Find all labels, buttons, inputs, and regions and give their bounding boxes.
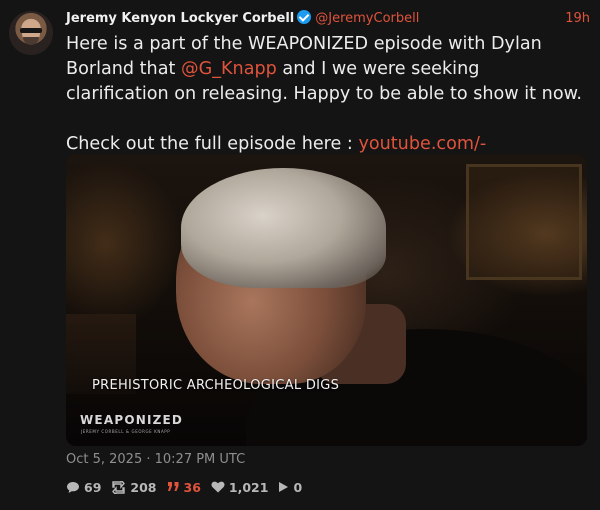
view-count: 0 (293, 479, 303, 495)
tweet-stats: 69 208 36 1,021 0 (66, 478, 302, 496)
retweet-count: 208 (130, 479, 157, 495)
play-icon (278, 481, 289, 493)
avatar[interactable] (9, 11, 53, 55)
like-button[interactable]: 1,021 (211, 479, 269, 495)
tweet-header: Jeremy Kenyon Lockyer Corbell @JeremyCorb… (66, 9, 590, 29)
retweet-icon (111, 480, 126, 494)
relative-timestamp[interactable]: 19h (565, 9, 590, 29)
weaponized-logo-subtitle: JEREMY CORBELL & GEORGE KNAPP (81, 429, 171, 434)
heart-icon (211, 481, 225, 493)
reply-count: 69 (84, 479, 102, 495)
weaponized-logo: WEAPONIZED (80, 413, 184, 427)
retweet-button[interactable]: 208 (111, 479, 157, 495)
verified-badge-icon (297, 10, 312, 24)
quote-icon (167, 481, 180, 493)
tweet-text-part: Check out the full episode here : (66, 134, 359, 154)
user-handle[interactable]: @JeremyCorbell (315, 11, 419, 26)
mention-link[interactable]: @G_Knapp (181, 59, 277, 79)
like-count: 1,021 (228, 479, 269, 495)
comment-icon (66, 481, 80, 494)
background-picture-frame (466, 164, 582, 280)
tweet-date[interactable]: Oct 5, 2025 · 10:27 PM UTC (66, 452, 245, 467)
avatar-beard (23, 37, 39, 45)
subject-hair (181, 168, 386, 288)
tweet-paragraph-1: Here is a part of the WEAPONIZED episode… (66, 32, 586, 107)
display-name[interactable]: Jeremy Kenyon Lockyer Corbell (66, 11, 294, 26)
quote-count: 36 (183, 479, 201, 495)
quote-button[interactable]: 36 (167, 480, 201, 495)
video-thumbnail[interactable]: PREHISTORIC ARCHEOLOGICAL DIGS WEAPONIZE… (66, 154, 587, 446)
avatar-glasses (20, 28, 42, 33)
tweet: Jeremy Kenyon Lockyer Corbell @JeremyCorb… (0, 0, 600, 510)
reply-button[interactable]: 69 (66, 480, 101, 495)
video-caption: PREHISTORIC ARCHEOLOGICAL DIGS (92, 378, 340, 393)
views-button[interactable]: 0 (278, 480, 302, 495)
